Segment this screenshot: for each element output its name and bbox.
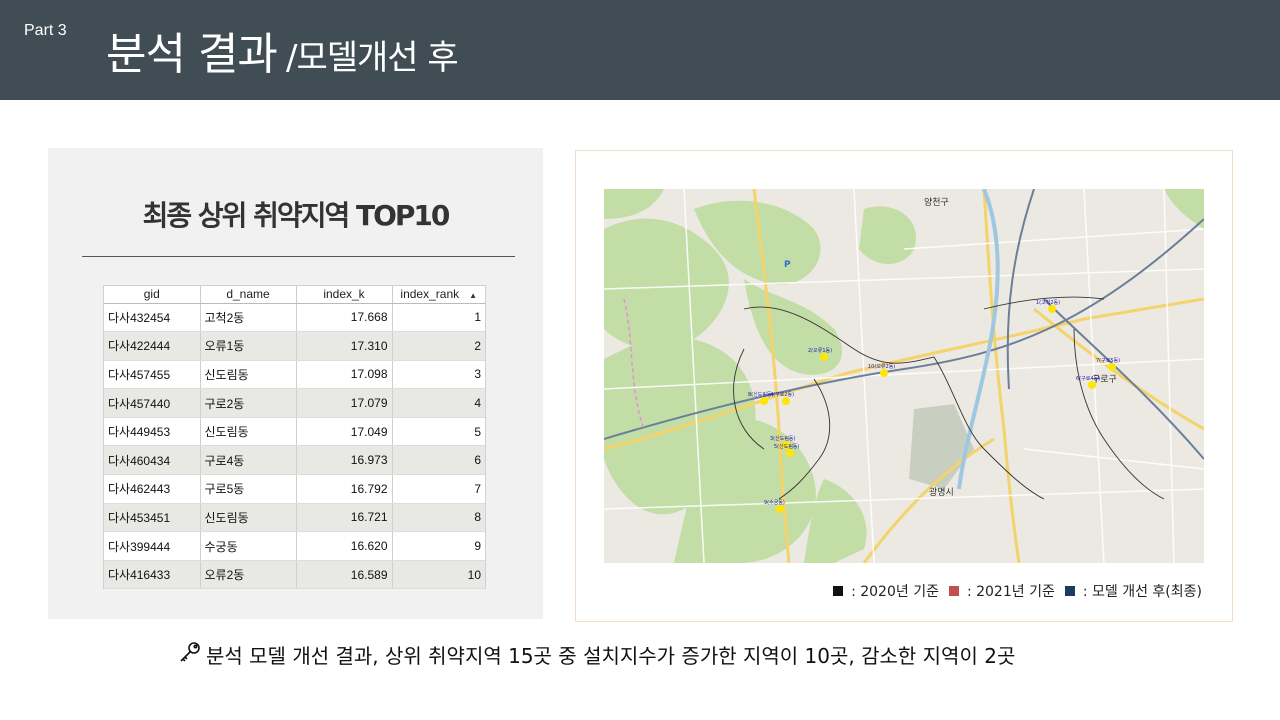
cell-gid: 다사457440 [104, 388, 201, 418]
legend-swatch-2020 [833, 586, 844, 596]
cell-index-k: 16.589 [296, 560, 393, 590]
map-marker-label: 8(신도림동) [748, 391, 774, 398]
cell-gid: 다사422444 [104, 331, 201, 361]
legend-swatch-2021 [948, 586, 959, 596]
panel-title: 최종 상위 취약지역 TOP10 [142, 199, 451, 232]
cell-index-k: 17.098 [296, 360, 393, 390]
map-marker-dot[interactable] [1088, 381, 1096, 389]
cell-d-name: 구로2동 [200, 388, 297, 418]
map-marker-label: 2(오류1동) [808, 348, 832, 354]
cell-d-name: 신도림동 [200, 360, 297, 390]
header-bar: Part 3 분석 결과 /모델개선 후 [0, 0, 1280, 100]
cell-index-k: 16.620 [296, 531, 393, 561]
cell-gid: 다사432454 [104, 303, 201, 333]
column-header-index-k[interactable]: index_k [296, 286, 393, 304]
cell-d-name: 신도림동 [200, 417, 297, 447]
legend-label-2020: : 2020년 기준 [851, 584, 939, 600]
cell-d-name: 오류1동 [200, 331, 297, 361]
cell-index-k: 17.668 [296, 303, 393, 333]
district-map[interactable]: 양천구 광명시 구로구 P 1(고척2동) 2(오류1동) 3(신도림동) 4(구로2… [604, 189, 1204, 563]
map-panel: 양천구 광명시 구로구 P 1(고척2동) 2(오류1동) 3(신도림동) 4(구로2… [575, 150, 1233, 622]
cell-gid: 다사416433 [104, 560, 201, 590]
cell-index-rank: 10 [392, 560, 485, 590]
map-marker-label: 5(신도림동) [774, 443, 800, 450]
map-marker-dot[interactable] [1108, 363, 1116, 371]
map-marker-label: 7(구로5동) [1096, 358, 1120, 364]
map-marker-dot[interactable] [776, 505, 784, 513]
cell-d-name: 오류2동 [200, 560, 297, 590]
legend-swatch-final [1064, 586, 1075, 596]
map-marker-label: 4(구로2동) [770, 392, 794, 398]
table-row[interactable]: 다사449453 신도림동 17.049 5 [104, 417, 485, 447]
map-marker-dot[interactable] [820, 353, 828, 361]
cell-index-rank: 1 [392, 303, 485, 333]
map-marker-dot[interactable] [782, 397, 790, 405]
top10-panel: 최종 상위 취약지역 TOP10 gid d_name index_k inde… [48, 148, 543, 619]
summary-text: 분석 모델 개선 결과, 상위 취약지역 15곳 중 설치지수가 증가한 지역이… [206, 644, 1016, 668]
map-marker-dot[interactable] [786, 449, 794, 457]
cell-gid: 다사457455 [104, 360, 201, 390]
map-marker-label: 9(수궁동) [764, 500, 785, 506]
cell-index-rank: 7 [392, 474, 485, 504]
map-canvas: 양천구 광명시 구로구 P 1(고척2동)2(오류1동)3(신도림동)4(구로2… [604, 189, 1204, 563]
cell-index-rank: 6 [392, 445, 485, 476]
map-label-1: 광명시 [929, 486, 954, 498]
key-icon [178, 640, 202, 669]
divider [82, 256, 515, 257]
page-title: 분석 결과 [106, 29, 278, 80]
table-row[interactable]: 다사457455 신도림동 17.098 3 [104, 360, 485, 390]
cell-index-k: 17.310 [296, 331, 393, 361]
cell-gid: 다사399444 [104, 531, 201, 561]
map-marker-dot[interactable] [760, 397, 768, 405]
legend-label-final: : 모델 개선 후(최종) [1082, 584, 1202, 600]
map-marker-label: 6(구로4동) [1076, 376, 1100, 382]
cell-d-name: 구로5동 [200, 474, 297, 504]
cell-d-name: 고척2동 [200, 303, 297, 333]
cell-gid: 다사449453 [104, 417, 201, 447]
cell-index-rank: 3 [392, 360, 485, 390]
table-row[interactable]: 다사399444 수궁동 16.620 9 [104, 531, 485, 561]
cell-index-k: 17.079 [296, 388, 393, 418]
table-row[interactable]: 다사432454 고척2동 17.668 1 [104, 303, 485, 333]
cell-index-rank: 2 [392, 331, 485, 361]
column-header-d-name[interactable]: d_name [200, 286, 297, 304]
cell-index-k: 16.973 [296, 445, 393, 476]
map-marker-label: 3(신도림동) [770, 435, 796, 442]
map-marker-dot[interactable] [1048, 305, 1056, 313]
cell-index-rank: 8 [392, 503, 485, 533]
table-row[interactable]: 다사462443 구로5동 16.792 7 [104, 474, 485, 504]
table-row[interactable]: 다사453451 신도림동 16.721 8 [104, 503, 485, 533]
cell-gid: 다사460434 [104, 445, 201, 476]
map-legend: : 2020년 기준 : 2021년 기준 : 모델 개선 후(최종) [827, 581, 1202, 601]
ranking-table: gid d_name index_k index_rank ▲ 다사432454 고… [103, 285, 486, 590]
map-marker-label: 1(고척2동) [1036, 299, 1060, 306]
column-header-index-rank[interactable]: index_rank ▲ [392, 286, 485, 304]
cell-index-rank: 4 [392, 388, 485, 418]
part-label: Part 3 [24, 22, 67, 39]
table-row[interactable]: 다사457440 구로2동 17.079 4 [104, 388, 485, 418]
cell-gid: 다사453451 [104, 503, 201, 533]
map-label-0: 양천구 [924, 197, 949, 208]
sort-ascending-icon[interactable]: ▲ [469, 291, 477, 300]
map-label-3: P [784, 260, 791, 270]
cell-d-name: 구로4동 [200, 445, 297, 476]
column-header-gid[interactable]: gid [104, 286, 201, 304]
cell-index-k: 16.792 [296, 474, 393, 504]
cell-index-rank: 5 [392, 417, 485, 447]
table-row[interactable]: 다사416433 오류2동 16.589 10 [104, 560, 485, 590]
map-marker-dot[interactable] [880, 369, 888, 377]
page-subtitle: /모델개선 후 [286, 38, 459, 78]
cell-d-name: 신도림동 [200, 503, 297, 533]
table-row[interactable]: 다사422444 오류1동 17.310 2 [104, 331, 485, 361]
cell-d-name: 수궁동 [200, 531, 297, 561]
summary-note: 분석 모델 개선 결과, 상위 취약지역 15곳 중 설치지수가 증가한 지역이… [178, 640, 1015, 669]
legend-label-2021: : 2021년 기준 [966, 584, 1055, 600]
cell-index-rank: 9 [392, 531, 485, 561]
map-marker-label: 10(오류2동) [868, 364, 895, 370]
cell-index-k: 17.049 [296, 417, 393, 447]
table-header-row: gid d_name index_k index_rank ▲ [104, 286, 485, 304]
cell-index-k: 16.721 [296, 503, 393, 533]
table-row[interactable]: 다사460434 구로4동 16.973 6 [104, 445, 485, 476]
cell-gid: 다사462443 [104, 474, 201, 504]
